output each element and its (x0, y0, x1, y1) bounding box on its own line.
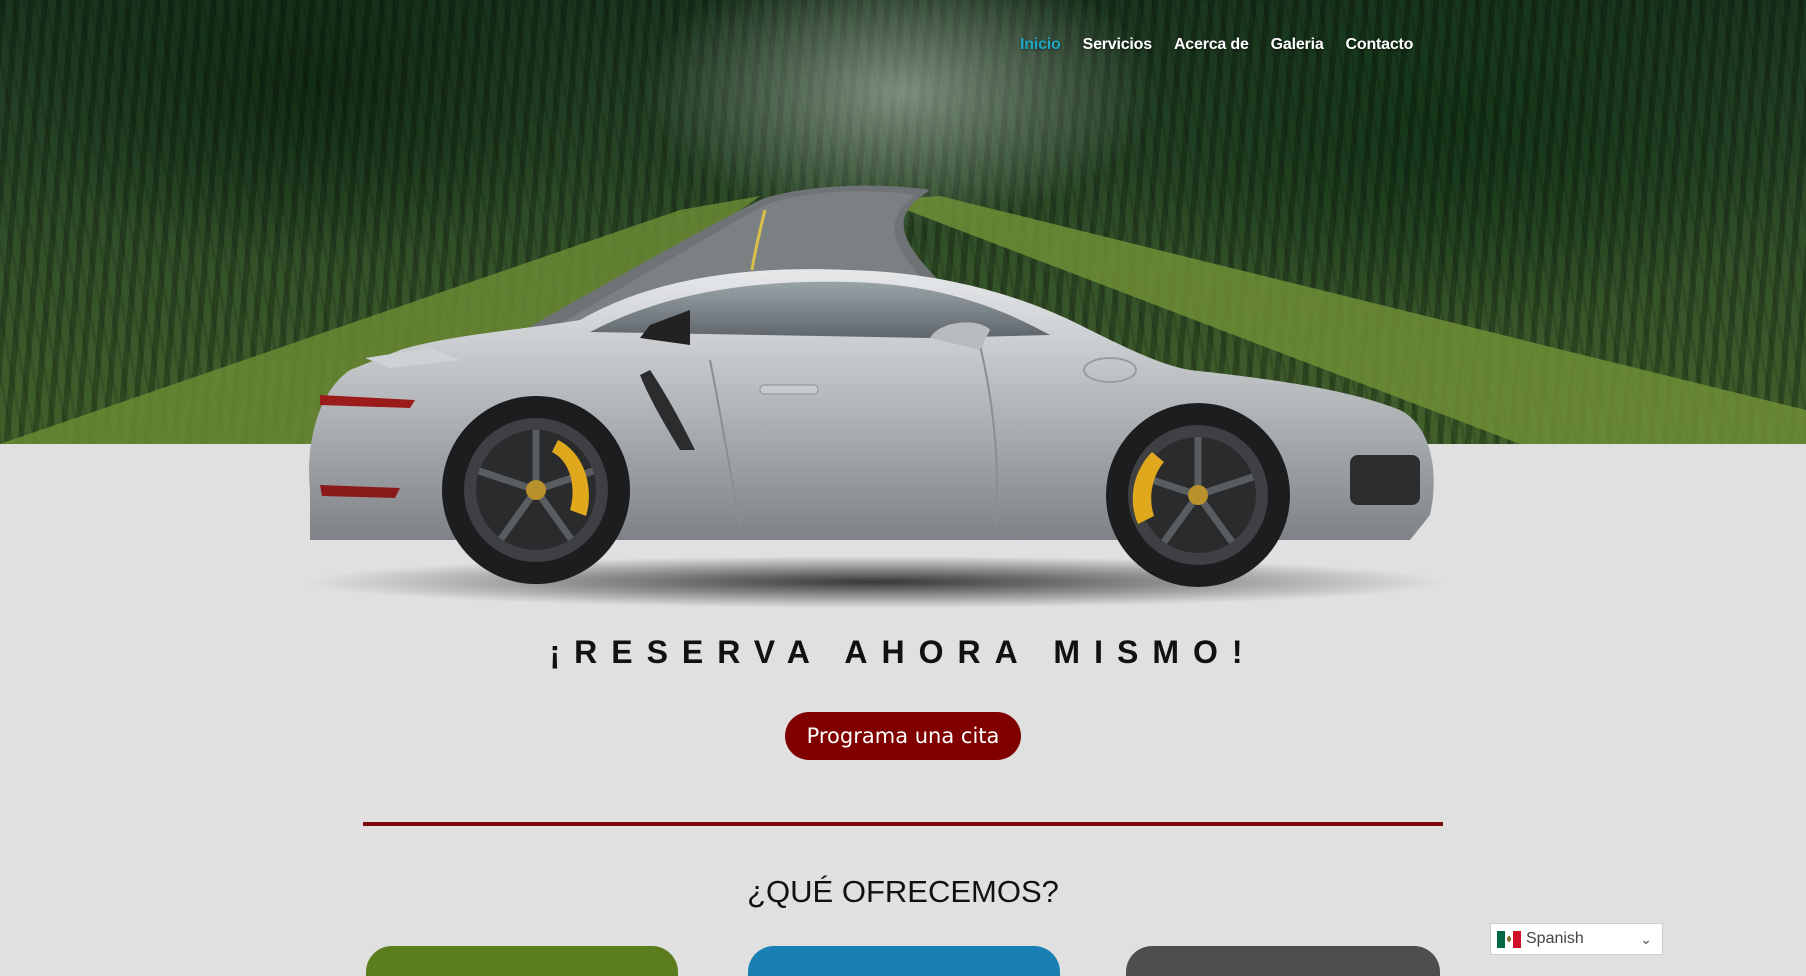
language-selector[interactable]: Spanish ⌄ (1490, 923, 1663, 955)
main-nav: Inicio Servicios Acerca de Galeria Conta… (1020, 36, 1413, 54)
nav-item-acerca-de[interactable]: Acerca de (1174, 36, 1249, 54)
service-card-1[interactable] (366, 946, 678, 976)
service-card-3[interactable] (1126, 946, 1440, 976)
front-wheel (1106, 403, 1290, 587)
nav-item-servicios[interactable]: Servicios (1083, 36, 1153, 54)
rear-wheel (442, 396, 630, 584)
chevron-down-icon: ⌄ (1640, 931, 1652, 947)
service-card-2[interactable] (748, 946, 1060, 976)
services-section-title: ¿QUÉ OFRECEMOS? (747, 874, 1059, 909)
nav-item-galeria[interactable]: Galeria (1271, 36, 1324, 54)
section-divider (363, 822, 1443, 826)
nav-item-inicio[interactable]: Inicio (1020, 36, 1061, 54)
nav-item-contacto[interactable]: Contacto (1346, 36, 1414, 54)
language-selected-label: Spanish (1526, 930, 1584, 947)
hero-car-image (305, 269, 1445, 608)
booking-headline: ¡RESERVA AHORA MISMO! (549, 634, 1257, 670)
mexico-flag-icon (1497, 930, 1521, 948)
schedule-appointment-button[interactable]: Programa una cita (785, 712, 1021, 760)
